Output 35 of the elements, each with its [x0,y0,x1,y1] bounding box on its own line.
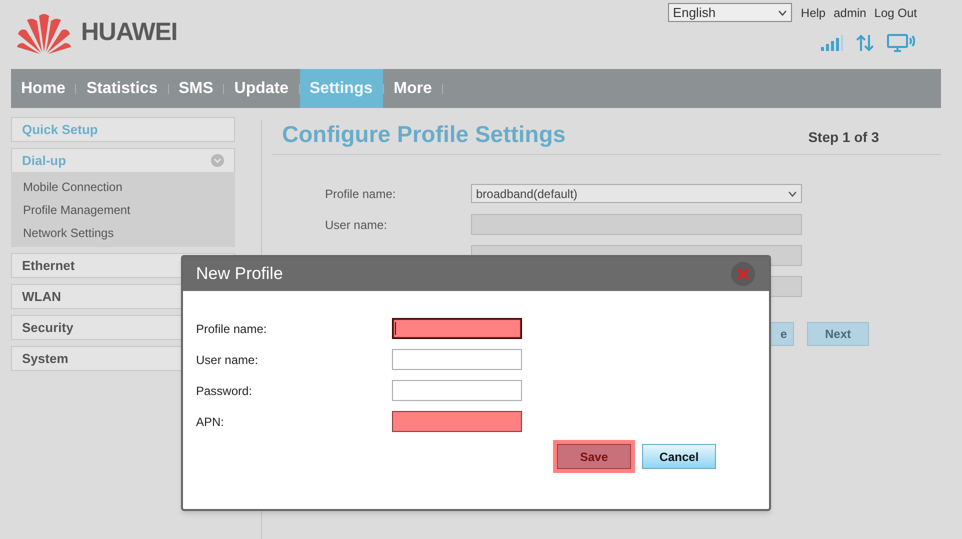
step-indicator: Step 1 of 3 [808,128,879,147]
page-title: Configure Profile Settings [282,120,566,149]
nav-tab[interactable]: Update [224,69,298,108]
nav-tab[interactable]: Statistics [76,69,168,108]
nav-tab[interactable]: More [384,69,442,108]
input-field[interactable] [392,318,522,339]
field-label: Password: [196,382,254,400]
header-link[interactable]: Help [800,4,826,22]
profile-select[interactable]: broadband(default) [471,184,802,203]
wizard-button[interactable]: Next [807,322,869,346]
field-label: APN: [196,414,226,430]
signal-bars-icon [821,35,843,51]
sidebar-subitem[interactable]: Profile Management [11,198,235,221]
sidebar-subitem[interactable]: Mobile Connection [11,175,235,198]
collapse-toggle-icon [211,154,224,167]
chevron-down-icon [778,10,787,16]
header-link[interactable]: admin [834,4,866,22]
input-field[interactable] [392,380,522,401]
dialog-button[interactable]: Cancel [642,444,716,469]
text-cursor [395,322,396,335]
brand-name: HUAWEI [81,17,178,48]
petal-logo-icon [17,12,71,54]
header-link[interactable]: Log Out [874,4,917,22]
field-label: Profile name: [325,186,397,202]
nav-tab[interactable]: Home [11,69,76,108]
close-icon[interactable] [731,262,755,286]
nav-tab[interactable]: SMS [168,69,224,108]
sidebar-subitem[interactable]: Network Settings [11,221,235,244]
field-label: User name: [325,216,388,234]
language-select[interactable]: English [668,3,792,22]
chevron-down-icon [788,190,797,196]
up-down-arrows-icon [855,34,875,52]
input-field[interactable] [392,349,522,370]
input-field[interactable] [392,411,522,432]
monitor-icon [887,34,915,52]
